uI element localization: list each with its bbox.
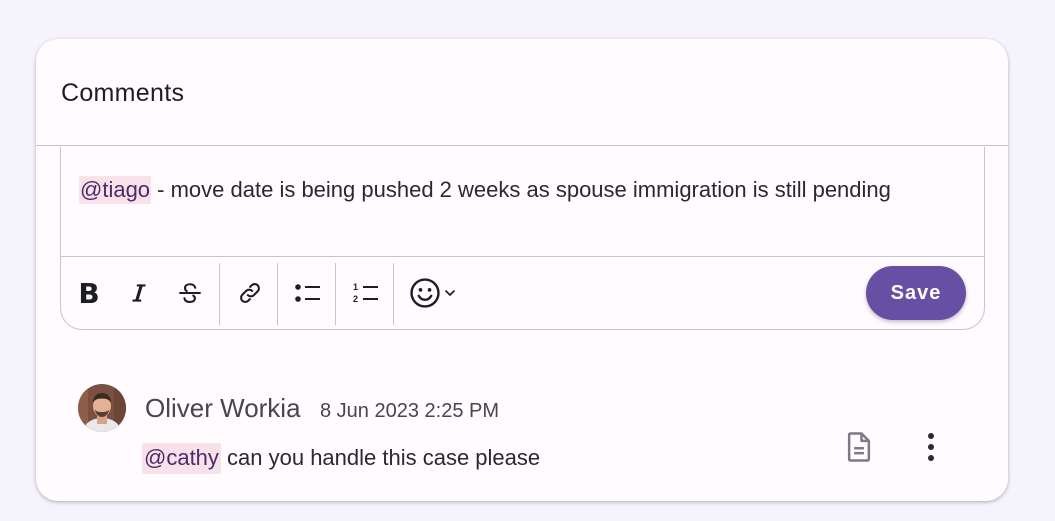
italic-icon bbox=[132, 284, 146, 302]
toolbar-divider bbox=[219, 263, 220, 325]
comment-item: Oliver Workia 8 Jun 2023 2:25 PM @cathy … bbox=[36, 369, 1008, 501]
bold-icon: B bbox=[78, 276, 100, 310]
toolbar-divider bbox=[277, 263, 278, 325]
editor-text: - move date is being pushed 2 weeks as s… bbox=[151, 177, 891, 202]
svg-text:2: 2 bbox=[353, 294, 358, 304]
toolbar-divider bbox=[393, 263, 394, 325]
toolbar-divider bbox=[335, 263, 336, 325]
svg-text:1: 1 bbox=[353, 282, 358, 292]
comment-text: can you handle this case please bbox=[220, 445, 541, 470]
numbered-list-icon: 1 2 bbox=[353, 282, 378, 304]
bold-button[interactable]: B bbox=[67, 257, 111, 329]
editor-mention[interactable]: @tiago bbox=[79, 176, 152, 204]
card-title: Comments bbox=[61, 79, 185, 107]
avatar bbox=[78, 384, 126, 432]
strikethrough-button[interactable] bbox=[167, 257, 213, 329]
chevron-down-icon bbox=[445, 290, 455, 296]
bullet-list-button[interactable] bbox=[283, 257, 333, 329]
card-header: Comments bbox=[36, 39, 1008, 146]
link-icon bbox=[240, 283, 260, 303]
comment-body: @cathy can you handle this case please bbox=[142, 443, 541, 474]
numbered-list-button[interactable]: 1 2 bbox=[341, 257, 391, 329]
editor-toolbar: B 1 2 bbox=[61, 256, 984, 329]
more-options-button[interactable] bbox=[909, 425, 953, 469]
emoji-icon bbox=[410, 278, 440, 308]
italic-button[interactable] bbox=[117, 257, 161, 329]
more-vertical-icon bbox=[928, 433, 934, 461]
comment-author: Oliver Workia bbox=[145, 393, 301, 423]
comment-timestamp: 8 Jun 2023 2:25 PM bbox=[320, 400, 500, 422]
comments-card: Comments @tiago - move date is being pus… bbox=[36, 39, 1008, 501]
document-icon bbox=[847, 432, 871, 462]
bullet-list-icon bbox=[295, 284, 320, 302]
strikethrough-icon bbox=[179, 283, 201, 304]
link-button[interactable] bbox=[226, 257, 274, 329]
emoji-button[interactable] bbox=[401, 257, 465, 329]
document-button[interactable] bbox=[837, 425, 881, 469]
save-button[interactable]: Save bbox=[866, 266, 966, 320]
comment-mention[interactable]: @cathy bbox=[142, 443, 221, 474]
editor-input[interactable]: @tiago - move date is being pushed 2 wee… bbox=[79, 176, 891, 204]
